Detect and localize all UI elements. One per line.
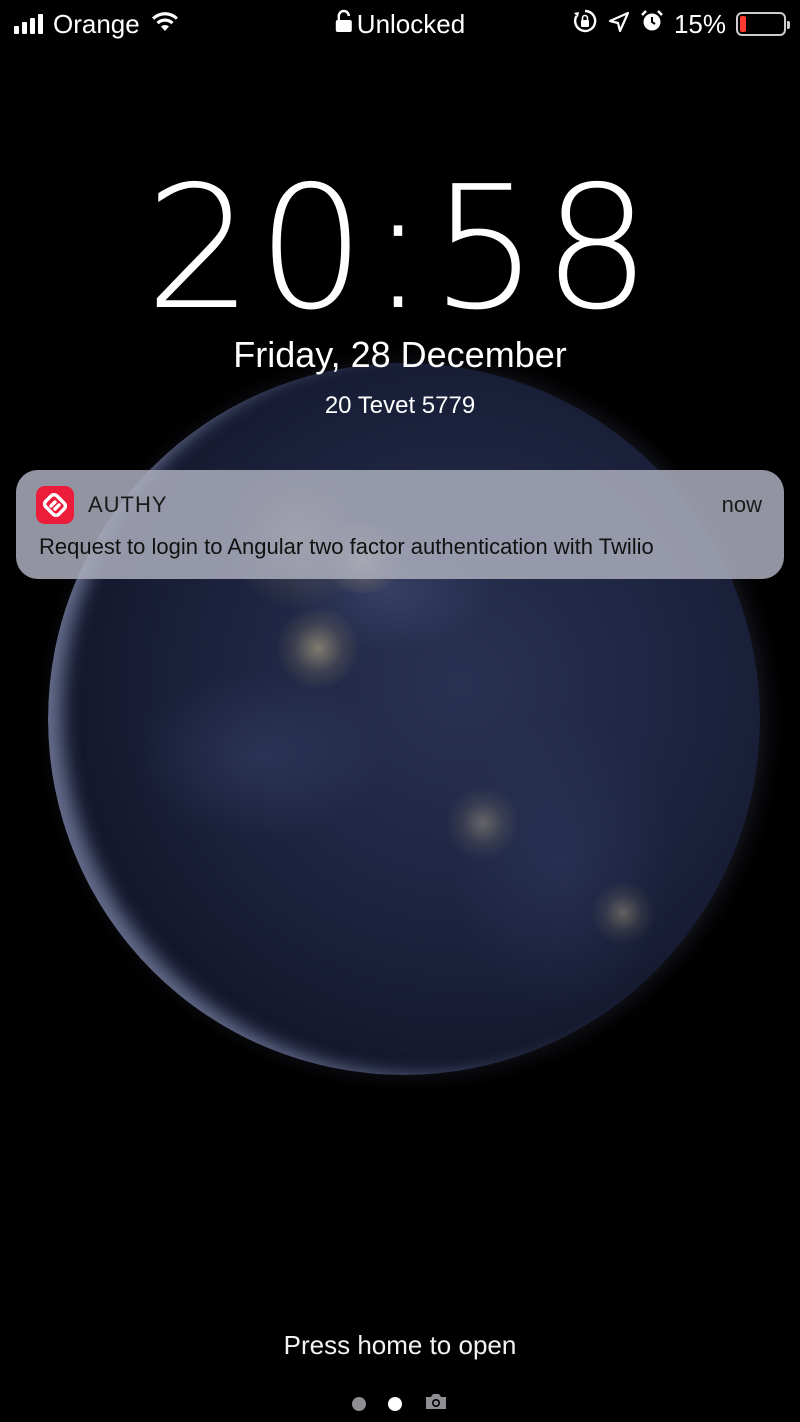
status-bar: Orange Unlocked 15% (0, 0, 800, 48)
carrier-label: Orange (53, 8, 140, 39)
page-indicator[interactable] (0, 1392, 800, 1415)
press-home-hint: Press home to open (283, 1330, 517, 1360)
notification-time: now (721, 492, 762, 517)
page-dot[interactable] (352, 1396, 366, 1411)
authy-icon (36, 486, 74, 524)
signal-icon (14, 14, 43, 34)
lock-screen-alt-date: 20 Tevet 5779 (324, 392, 476, 419)
battery-percent: 15% (673, 8, 726, 39)
lock-screen: Orange Unlocked 15% 20:58 Friday, 28 Dec… (0, 0, 800, 1422)
lock-icon (335, 9, 353, 40)
lock-screen-date: Friday, 28 December (233, 334, 567, 375)
alarm-icon (640, 9, 664, 40)
notification-app-name: AUTHY (88, 492, 168, 517)
battery-icon (736, 12, 790, 36)
notification-message: Request to login to Angular two factor a… (39, 534, 654, 559)
lock-screen-clock: 20:58 (145, 150, 655, 348)
rotation-lock-icon (572, 8, 598, 41)
page-dot-active[interactable] (388, 1396, 402, 1411)
wifi-icon (150, 9, 180, 40)
camera-icon[interactable] (424, 1392, 448, 1415)
authy-notification[interactable]: AUTHY now Request to login to Angular tw… (16, 470, 784, 579)
location-icon (608, 9, 630, 40)
lock-status-label: Unlocked (356, 8, 466, 39)
